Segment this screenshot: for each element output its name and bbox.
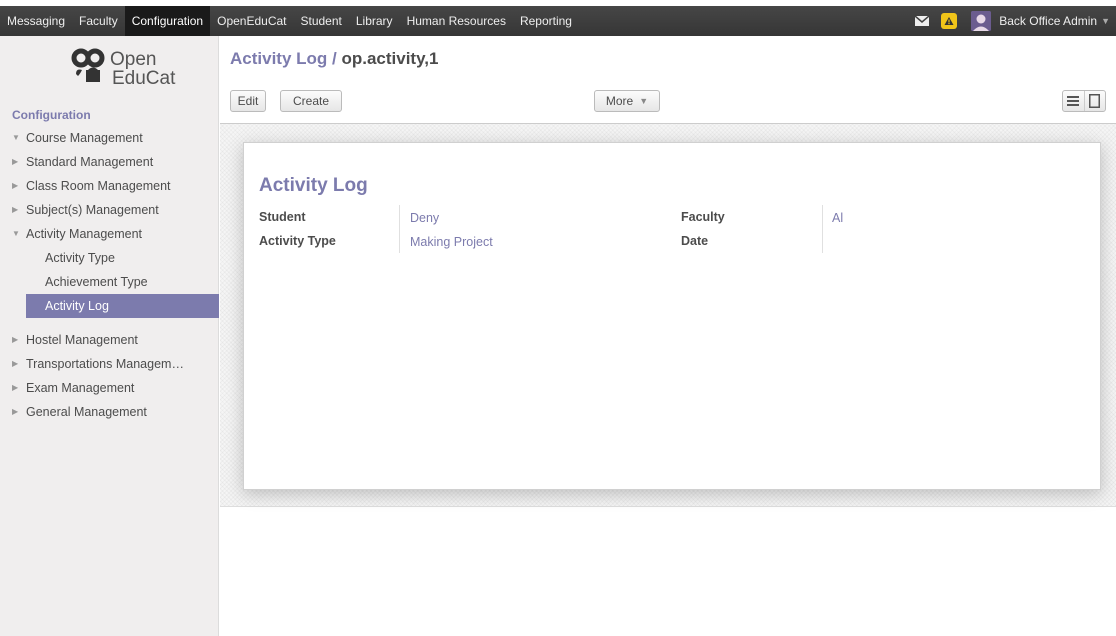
owl-logo-icon [71,48,105,82]
sidebar-item-general-management[interactable]: ▶ General Management [0,400,219,424]
breadcrumb: Activity Log / op.activity,1 [230,49,438,69]
sidebar-item-label: Activity Management [26,227,143,241]
user-avatar[interactable] [971,11,992,31]
caret-down-icon: ▼ [12,229,20,238]
openeducat-logo: Open EduCat [70,46,190,96]
sidebar-item-label: Course Management [26,131,143,145]
caret-right-icon: ▶ [12,157,19,166]
sidebar-item-activity-type[interactable]: Activity Type [0,246,219,270]
breadcrumb-parent-link[interactable]: Activity Log [230,49,327,68]
student-value-link[interactable]: Deny [410,211,439,225]
breadcrumb-current: op.activity,1 [341,49,439,68]
sidebar-menu: ▼ Course Management ▶ Standard Management … [0,126,219,424]
caret-right-icon: ▶ [12,359,19,368]
caret-right-icon: ▶ [12,205,19,214]
activity-type-value-link[interactable]: Making Project [410,235,493,249]
form-sheet-background: Activity Log Student Deny Activity Type … [220,123,1116,507]
sidebar-item-activity-log[interactable]: Activity Log [26,294,219,318]
sidebar-item-hostel-management[interactable]: ▶ Hostel Management [0,328,219,352]
menu-item-openeducat[interactable]: OpenEduCat [210,6,293,36]
main-content: Activity Log / op.activity,1 Edit Create… [220,36,1116,636]
more-label: More [605,94,634,108]
date-label: Date [681,234,709,248]
caret-right-icon: ▶ [12,383,19,392]
chevron-down-icon: ▼ [639,96,649,106]
list-view-icon[interactable] [1063,91,1085,111]
sidebar-item-course-management[interactable]: ▼ Course Management [0,126,219,150]
sidebar-item-subjects-management[interactable]: ▶ Subject(s) Management [0,198,219,222]
view-switcher [1062,90,1106,112]
sidebar-item-label: Subject(s) Management [26,203,159,217]
sidebar-item-exam-management[interactable]: ▶ Exam Management [0,376,219,400]
sidebar-item-activity-management[interactable]: ▼ Activity Management [0,222,219,246]
warning-icon[interactable] [941,13,958,29]
student-label: Student [259,210,306,224]
top-menu-bar: Messaging Faculty Configuration OpenEduC… [0,0,1116,36]
sidebar-item-label: Hostel Management [26,333,138,347]
form-sheet: Activity Log Student Deny Activity Type … [243,142,1101,490]
edit-button[interactable]: Edit [230,90,266,112]
sidebar-item-transportations-management[interactable]: ▶ Transportations Managem… [0,352,219,376]
top-menu-bar-inner: Messaging Faculty Configuration OpenEduC… [0,6,1116,36]
main-menu: Messaging Faculty Configuration OpenEduC… [0,6,579,36]
chevron-down-icon[interactable]: ▼ [1101,16,1110,26]
sidebar: Open EduCat Configuration ▼ Course Manage… [0,36,219,636]
user-area: Back Office Admin ▼ [915,6,1116,36]
form-title: Activity Log [259,175,368,196]
create-button[interactable]: Create [280,90,342,112]
logo-line-2: EduCat [112,68,176,89]
sidebar-item-label: Class Room Management [26,179,171,193]
menu-item-reporting[interactable]: Reporting [513,6,579,36]
sidebar-item-label: Exam Management [26,381,135,395]
faculty-value-link[interactable]: Al [832,211,843,225]
caret-right-icon: ▶ [12,335,19,344]
menu-item-student[interactable]: Student [294,6,349,36]
logo-wordmark: Open EduCat [110,50,175,88]
sidebar-item-class-room-management[interactable]: ▶ Class Room Management [0,174,219,198]
caret-right-icon: ▶ [12,407,19,416]
caret-down-icon: ▼ [12,133,20,142]
sidebar-item-achievement-type[interactable]: Achievement Type [0,270,219,294]
logo-line-1: Open [110,49,157,70]
sidebar-heading: Configuration [12,108,91,122]
form-view-icon[interactable] [1085,91,1106,111]
sidebar-item-label: Transportations Managem… [26,357,184,371]
menu-item-messaging[interactable]: Messaging [0,6,72,36]
menu-item-library[interactable]: Library [349,6,400,36]
field-divider [822,205,823,253]
user-name[interactable]: Back Office Admin [999,14,1097,28]
faculty-label: Faculty [681,210,725,224]
breadcrumb-separator: / [327,49,342,68]
sidebar-item-label: Standard Management [26,155,154,169]
menu-item-configuration[interactable]: Configuration [124,6,211,36]
mail-icon[interactable] [915,16,930,26]
sidebar-item-standard-management[interactable]: ▶ Standard Management [0,150,219,174]
menu-item-human-resources[interactable]: Human Resources [400,6,513,36]
activity-type-label: Activity Type [259,234,336,248]
caret-right-icon: ▶ [12,181,19,190]
field-divider [399,205,400,253]
menu-item-faculty[interactable]: Faculty [72,6,125,36]
sidebar-item-label: General Management [26,405,147,419]
more-dropdown-button[interactable]: More ▼ [594,90,660,112]
